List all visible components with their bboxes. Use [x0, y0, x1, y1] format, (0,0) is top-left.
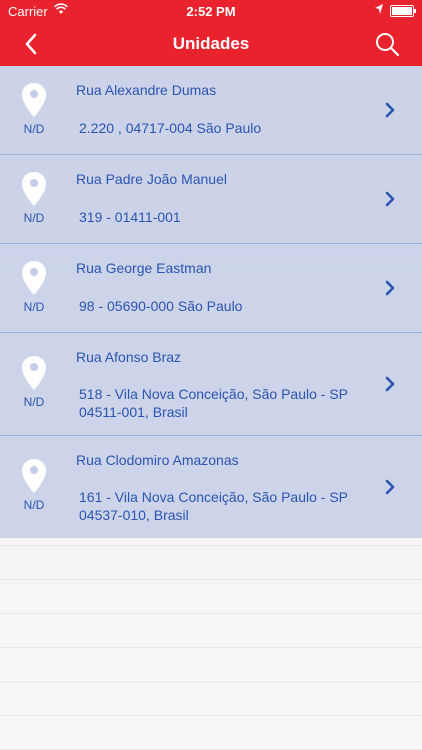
units-list: N/D Rua Alexandre Dumas 2.220 , 04717-00… [0, 66, 422, 538]
address-line: 2.220 , 04717-004 São Paulo [79, 120, 262, 136]
page-title: Unidades [172, 34, 250, 53]
location-arrow-icon [375, 4, 383, 14]
map-pin-icon [22, 172, 46, 206]
chevron-right-icon [385, 376, 395, 392]
street-name: Rua Padre João Manuel [76, 171, 227, 187]
battery-icon [390, 5, 416, 17]
unit-row[interactable]: N/D Rua Clodomiro Amazonas 161 - Vila No… [0, 436, 422, 538]
address-line: 161 - Vila Nova Conceição, São Paulo - S… [79, 489, 348, 523]
search-icon[interactable] [374, 31, 400, 57]
unit-row[interactable]: N/D Rua George Eastman 98 - 05690-000 Sã… [0, 244, 422, 333]
chevron-right-icon [385, 102, 395, 118]
address-line: 319 - 01411-001 [79, 209, 181, 225]
navigation-bar: Unidades [0, 22, 422, 66]
address-line: 98 - 05690-000 São Paulo [79, 298, 243, 314]
street-name: Rua Afonso Braz [76, 349, 182, 365]
unit-row[interactable]: N/D Rua Afonso Braz 518 - Vila Nova Conc… [0, 333, 422, 436]
chevron-right-icon [385, 280, 395, 296]
clock: 2:52 PM [186, 4, 236, 19]
address-line: 518 - Vila Nova Conceição, São Paulo - S… [79, 386, 348, 420]
street-name: Rua Alexandre Dumas [76, 82, 217, 98]
map-pin-icon [22, 459, 46, 493]
distance-label: N/D [23, 395, 45, 409]
unit-row[interactable]: N/D Rua Padre João Manuel 319 - 01411-00… [0, 155, 422, 244]
map-pin-icon [22, 261, 46, 295]
street-name: Rua George Eastman [76, 260, 212, 276]
distance-label: N/D [23, 211, 45, 225]
chevron-right-icon [385, 479, 395, 495]
distance-label: N/D [23, 300, 45, 314]
street-name: Rua Clodomiro Amazonas [76, 452, 239, 468]
map-pin-icon [22, 356, 46, 390]
map-pin-icon [22, 83, 46, 117]
distance-label: N/D [23, 122, 45, 136]
status-bar: Carrier 2:52 PM [0, 0, 422, 22]
unit-row[interactable]: N/D Rua Alexandre Dumas 2.220 , 04717-00… [0, 66, 422, 155]
chevron-right-icon [385, 191, 395, 207]
distance-label: N/D [23, 498, 45, 512]
